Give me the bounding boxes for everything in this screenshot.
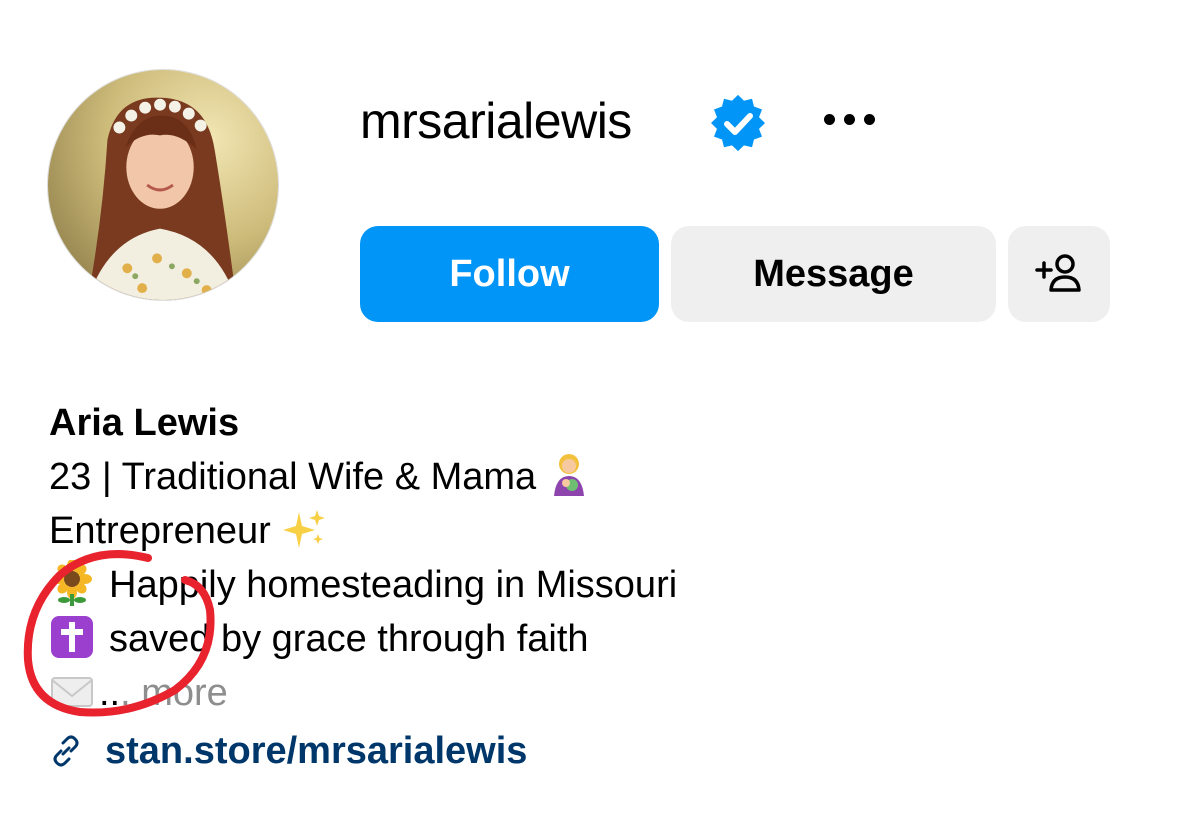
more-options-button[interactable] <box>813 98 885 140</box>
more-horizontal-icon <box>823 113 875 125</box>
profile-header: mrsarialewis Follow Message Aria Lewis 2… <box>0 0 1179 819</box>
sparkles-emoji-icon <box>281 506 327 552</box>
ellipsis-text: .. <box>99 672 121 714</box>
bio-line: Happily homesteading in Missouri <box>49 558 1149 612</box>
bio-text: Entrepreneur <box>49 510 271 552</box>
bio-line: saved by grace through faith <box>49 612 1149 666</box>
follow-button[interactable]: Follow <box>360 226 659 322</box>
verified-badge-icon <box>711 94 765 152</box>
bio-section: Aria Lewis 23 | Traditional Wife & Mama … <box>49 396 1149 778</box>
bio-line: ... more <box>49 666 1149 720</box>
profile-photo <box>48 70 278 300</box>
full-name: Aria Lewis <box>49 402 240 444</box>
add-user-icon <box>1035 254 1081 292</box>
link-url[interactable]: stan.store/mrsarialewis <box>105 724 527 778</box>
sunflower-emoji-icon <box>49 559 95 606</box>
more-link[interactable]: . more <box>120 672 228 714</box>
bio-text: 23 | Traditional Wife & Mama <box>49 456 537 498</box>
link-icon <box>53 735 79 767</box>
bio-line: 23 | Traditional Wife & Mama <box>49 450 1149 504</box>
message-button[interactable]: Message <box>671 226 996 322</box>
avatar[interactable] <box>47 69 279 301</box>
latin-cross-emoji-icon <box>49 614 95 660</box>
suggested-users-button[interactable] <box>1008 226 1110 322</box>
bio-text: saved by grace through faith <box>109 618 589 660</box>
username: mrsarialewis <box>360 93 632 149</box>
envelope-emoji-icon <box>49 668 95 714</box>
breastfeeding-emoji-icon <box>546 452 592 498</box>
bio-text: Happily homesteading in Missouri <box>109 564 678 606</box>
external-link[interactable]: stan.store/mrsarialewis <box>49 724 1149 778</box>
bio-line: Entrepreneur <box>49 504 1149 558</box>
